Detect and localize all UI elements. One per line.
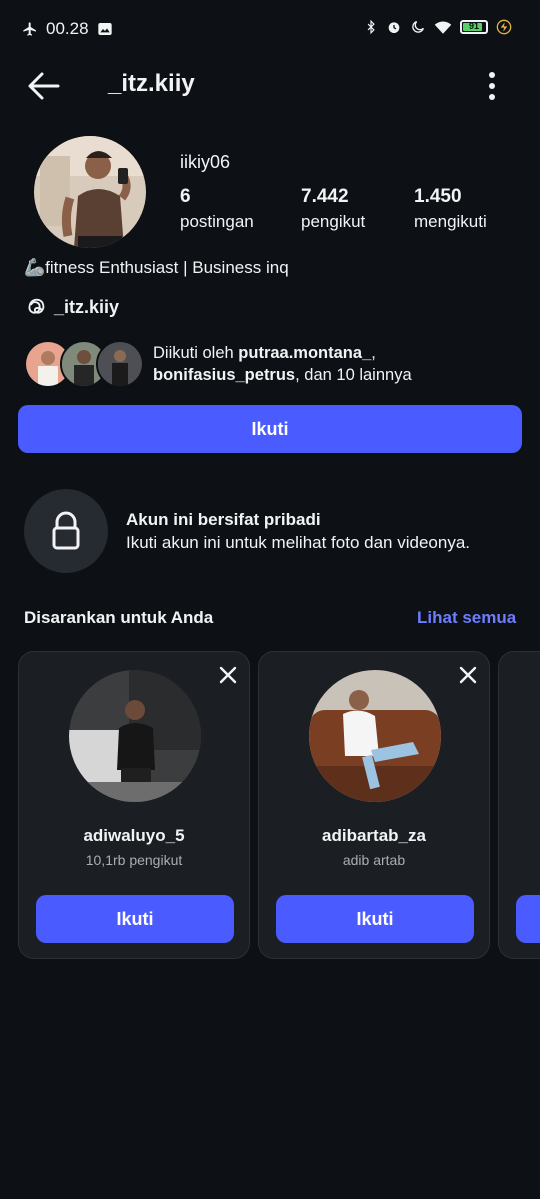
status-left: 00.28 [22, 19, 113, 39]
followed-by-user-1: putraa.montana_ [238, 344, 372, 362]
private-subtitle: Ikuti akun ini untuk melihat foto dan vi… [126, 533, 470, 552]
follow-button[interactable]: Ikuti [18, 405, 522, 453]
threads-icon [28, 298, 45, 314]
status-time: 00.28 [46, 19, 89, 38]
followed-by-user-2: bonifasius_petrus [153, 366, 296, 384]
alarm-icon [388, 22, 400, 33]
status-right: 91 [364, 19, 512, 35]
suggestion-username[interactable]: adiwaluyo_5 [19, 826, 249, 846]
stat-followers-label: pengikut [301, 212, 366, 231]
suggestion-subtitle: adib artab [342, 852, 406, 868]
suggestion-follow-button[interactable]: Ikuti [36, 895, 234, 943]
stat-posts-label: postingan [180, 212, 254, 231]
bluetooth-icon [367, 19, 375, 35]
stat-following[interactable]: 1.450 mengikuti [414, 186, 487, 232]
battery-icon: 91 [460, 20, 488, 34]
airplane-mode-icon [23, 22, 36, 36]
stat-following-value: 1.450 [414, 186, 462, 207]
more-options-icon[interactable] [478, 68, 506, 104]
followed-by-suffix: , dan 10 lainnya [295, 366, 412, 384]
profile-bio: 🦾fitness Enthusiast | Business inq [24, 258, 289, 277]
private-title: Akun ini bersifat pribadi [126, 510, 321, 529]
dismiss-close-icon[interactable] [219, 666, 237, 684]
suggestion-subtitle: 10,1rb pengikut [85, 852, 183, 868]
suggestions-title: Disarankan untuk Anda [24, 608, 214, 627]
stat-posts: 6 postingan [180, 186, 254, 232]
private-lock-badge [24, 489, 108, 573]
battery-level: 91 [468, 21, 479, 31]
charging-icon [496, 19, 512, 35]
threads-handle: _itz.kiiy [54, 296, 120, 317]
wifi-icon [434, 21, 452, 34]
suggestion-username[interactable]: adibartab_za [259, 826, 489, 846]
see-all-link[interactable]: Lihat semua [417, 608, 516, 628]
followed-by-separator: , [371, 344, 376, 362]
stat-followers-value: 7.442 [301, 186, 349, 207]
profile-avatar[interactable] [34, 136, 146, 248]
stat-followers[interactable]: 7.442 pengikut [301, 186, 365, 232]
page-title: _itz.kiiy [108, 70, 195, 97]
suggestion-avatar[interactable] [309, 670, 441, 802]
mutual-avatar-3 [96, 340, 144, 388]
threads-link[interactable]: _itz.kiiy [24, 296, 119, 318]
dismiss-close-icon[interactable] [459, 666, 477, 684]
suggestion-card[interactable]: adibartab_za adib artab Ikuti [258, 651, 490, 959]
mutual-followers-avatars[interactable] [24, 340, 144, 388]
suggestion-follow-button-partial[interactable] [516, 895, 540, 943]
followed-by-text[interactable]: Diikuti oleh putraa.montana_, bonifasius… [153, 342, 523, 386]
suggestion-card[interactable]: adiwaluyo_5 10,1rb pengikut Ikuti [18, 651, 250, 959]
back-arrow-icon[interactable] [24, 66, 64, 106]
stat-posts-value: 6 [180, 186, 191, 207]
lock-icon [52, 511, 80, 550]
status-bar: 00.28 91 [0, 0, 540, 60]
stat-following-label: mengikuti [414, 212, 487, 231]
suggestion-avatar[interactable] [69, 670, 201, 802]
moon-icon [412, 21, 424, 33]
suggestion-card-partial[interactable] [498, 651, 540, 959]
suggestion-follow-button[interactable]: Ikuti [276, 895, 474, 943]
profile-display-name: iikiy06 [180, 152, 231, 172]
followed-by-prefix: Diikuti oleh [153, 344, 239, 362]
gallery-notification-icon [97, 23, 112, 35]
